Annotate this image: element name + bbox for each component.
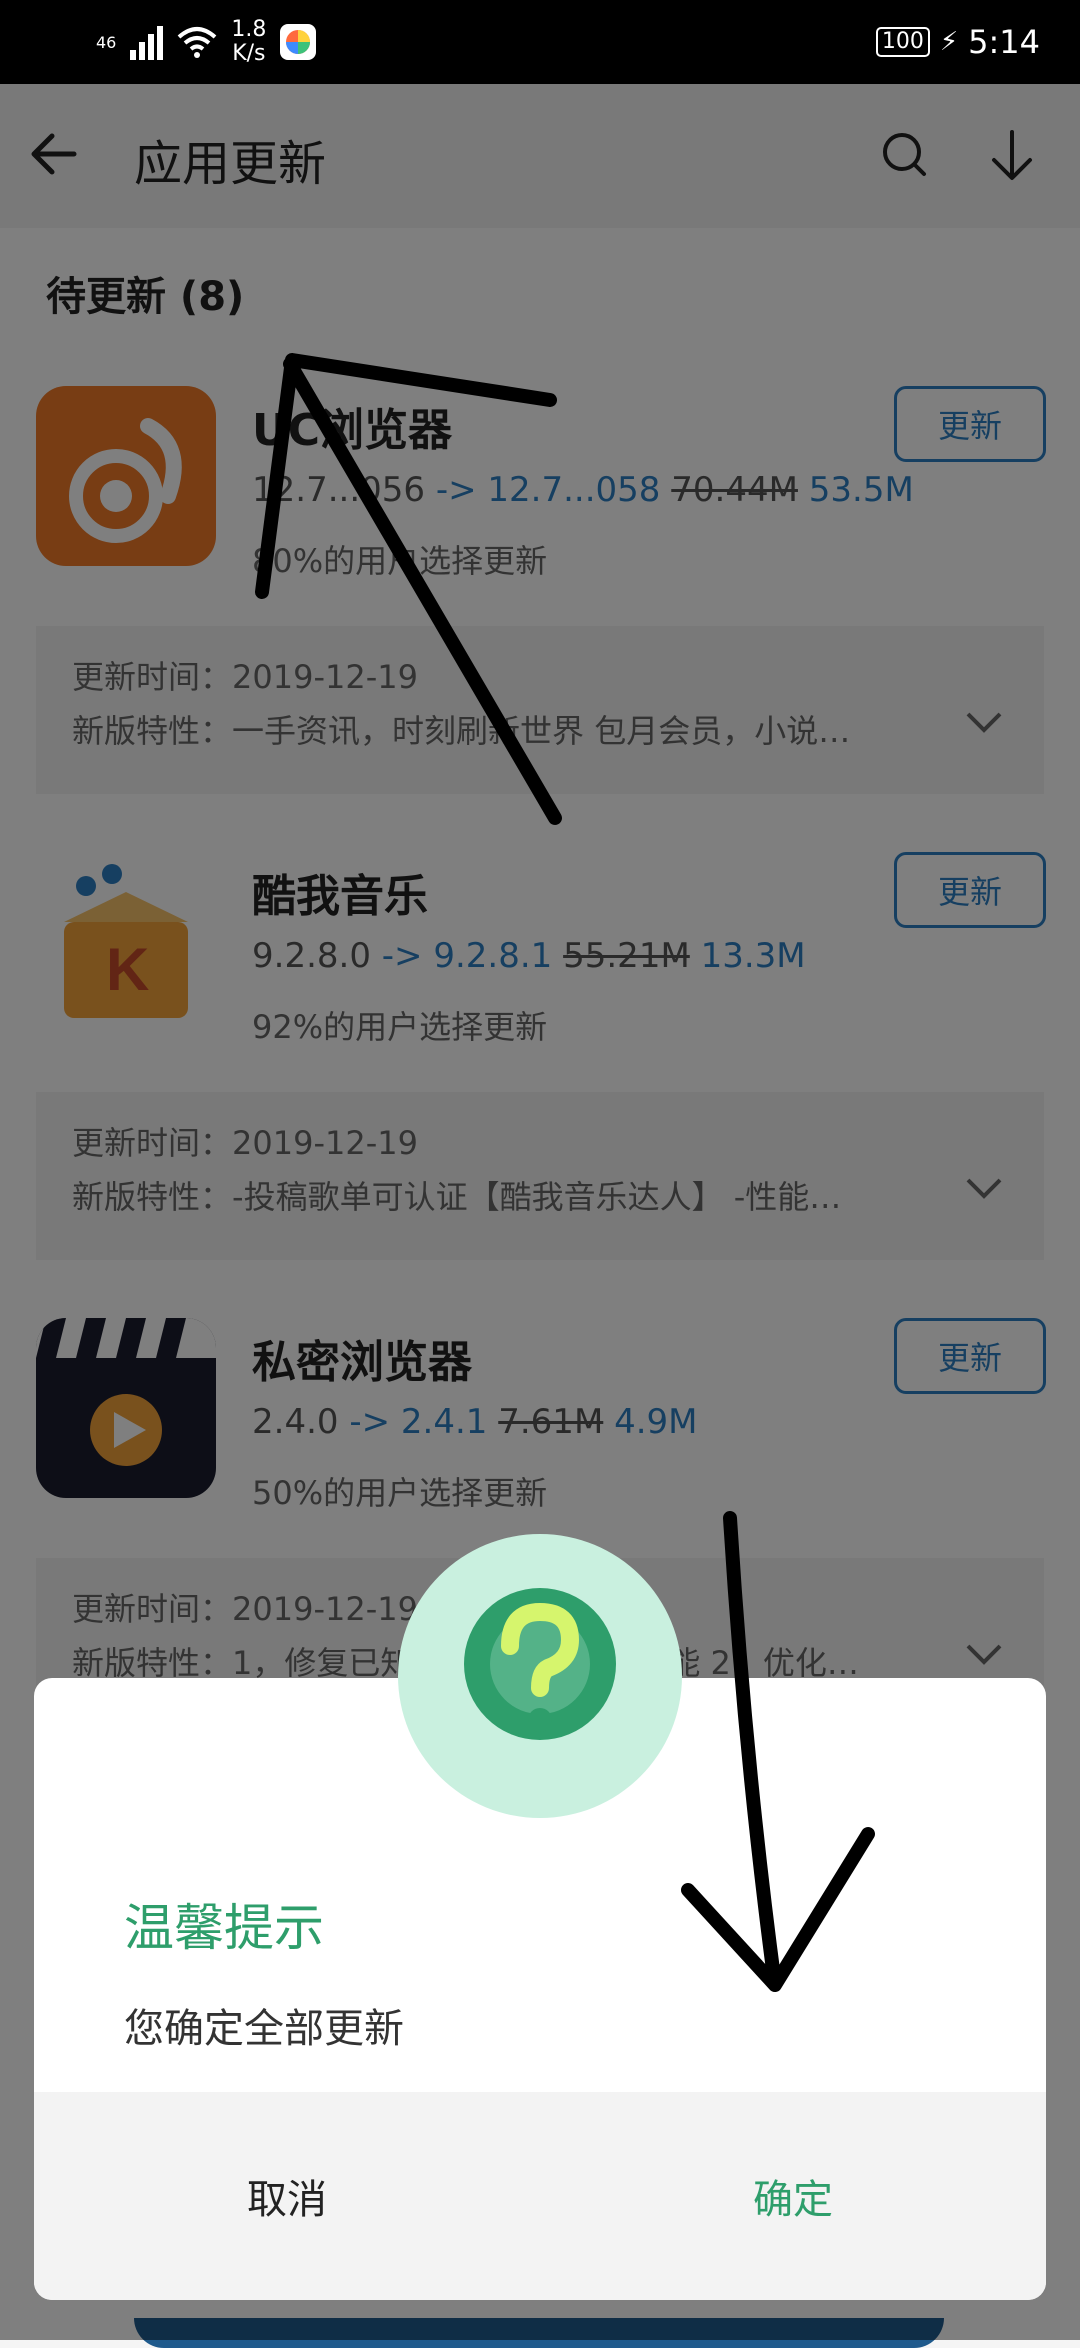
status-bar: 46 1.8 K/s 100 ⚡ 5:14	[0, 0, 1080, 84]
wifi-icon	[178, 27, 217, 58]
dialog-actions: 取消 确定	[34, 2092, 1046, 2300]
cancel-button[interactable]: 取消	[34, 2092, 540, 2300]
signal-icon	[130, 24, 164, 60]
dialog-message: 您确定全部更新	[124, 2006, 404, 2052]
network-speed: 1.8 K/s	[231, 17, 267, 66]
status-left: 46 1.8 K/s	[96, 14, 317, 70]
app-notification-icon	[280, 24, 317, 60]
clock: 5:14	[968, 23, 1040, 61]
question-icon	[464, 1588, 616, 1740]
network-type: 46	[96, 32, 117, 52]
status-right: 100 ⚡ 5:14	[875, 14, 1040, 70]
charging-icon: ⚡	[939, 27, 959, 57]
question-badge	[398, 1534, 682, 1818]
dialog-title: 温馨提示	[124, 1899, 324, 1957]
battery-icon: 100	[875, 27, 930, 57]
confirm-button[interactable]: 确定	[540, 2092, 1046, 2300]
